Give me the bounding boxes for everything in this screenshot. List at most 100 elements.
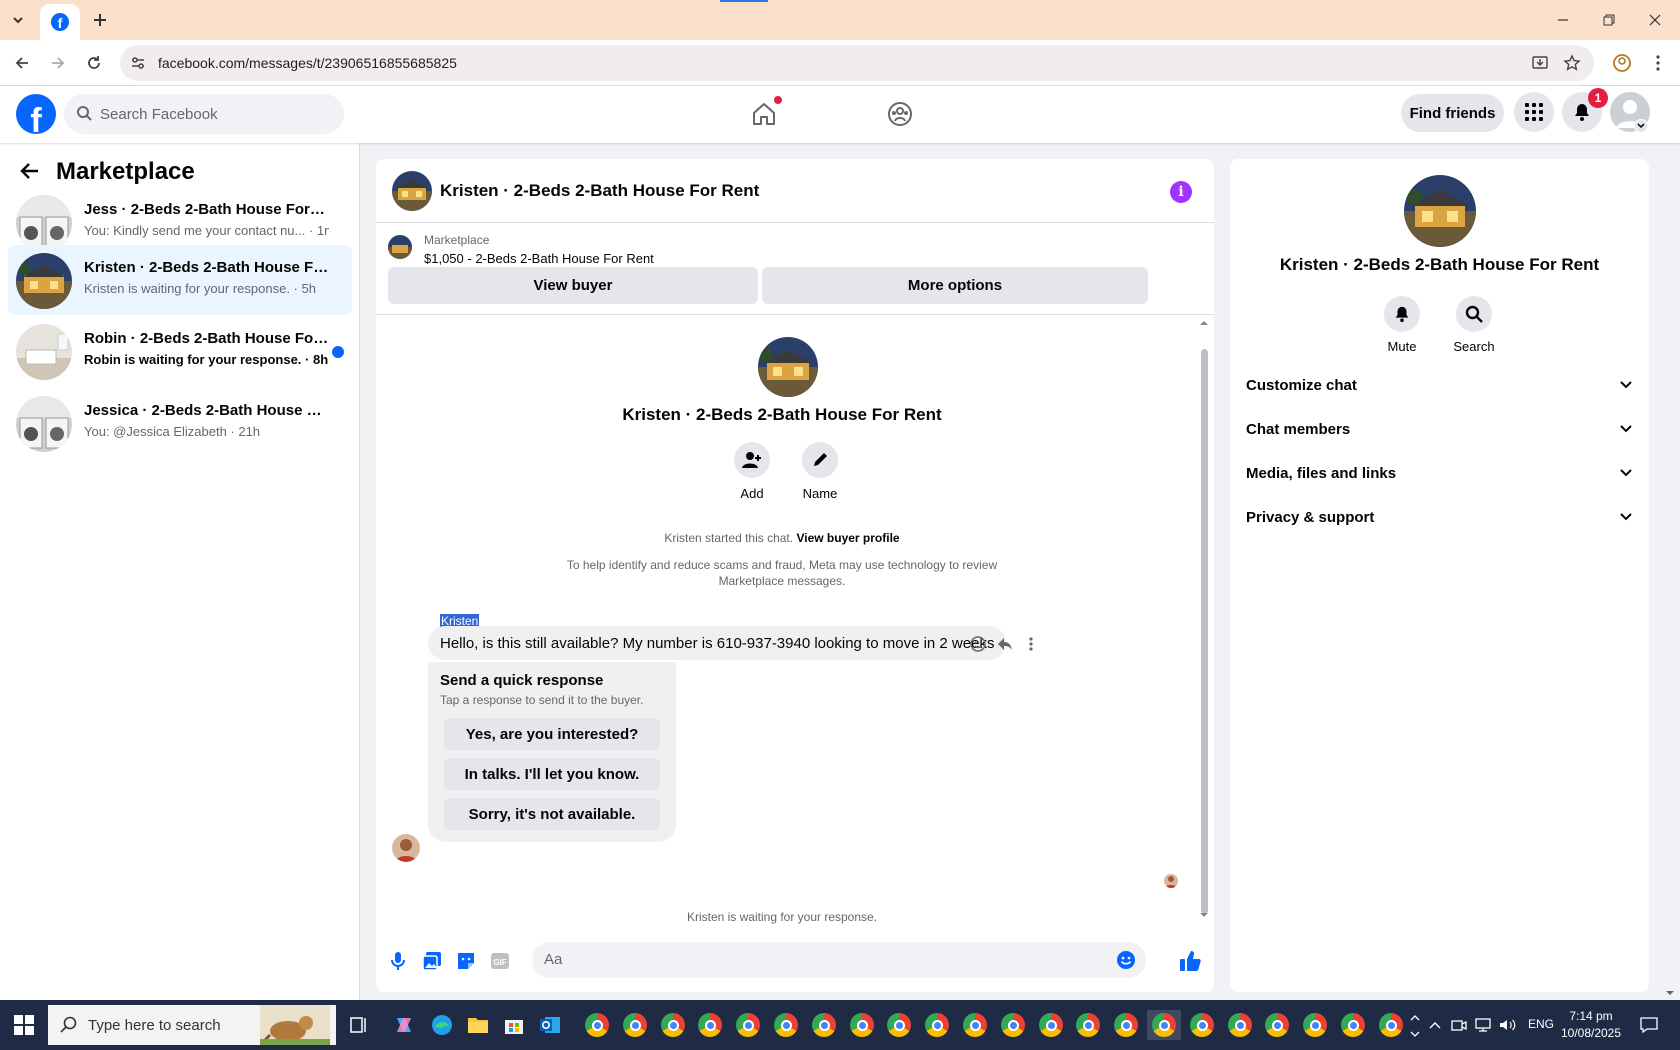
voice-clip-button[interactable] bbox=[386, 949, 410, 973]
mute-button[interactable] bbox=[1384, 296, 1420, 332]
chrome-taskbar-icon[interactable] bbox=[1036, 1010, 1066, 1040]
view-buyer-button[interactable]: View buyer bbox=[388, 267, 758, 304]
chrome-taskbar-icon[interactable] bbox=[922, 1010, 952, 1040]
conversation-item[interactable]: Jessica · 2-Beds 2-Bath House For ... Yo… bbox=[8, 388, 352, 458]
back-button[interactable] bbox=[8, 49, 36, 77]
details-avatar[interactable] bbox=[1404, 175, 1476, 247]
chat-header-avatar[interactable] bbox=[392, 171, 432, 211]
chrome-taskbar-icon[interactable] bbox=[1073, 1010, 1103, 1040]
new-tab-button[interactable] bbox=[86, 6, 114, 34]
chrome-taskbar-icon[interactable] bbox=[1338, 1010, 1368, 1040]
add-people-button[interactable] bbox=[734, 442, 770, 478]
chrome-taskbar-icon[interactable] bbox=[1111, 1010, 1141, 1040]
chrome-taskbar-icon[interactable] bbox=[658, 1010, 688, 1040]
install-app-icon[interactable] bbox=[1530, 53, 1550, 73]
browser-tab-facebook[interactable]: f bbox=[40, 4, 80, 40]
listing-thumbnail[interactable] bbox=[388, 235, 412, 259]
chrome-taskbar-icon[interactable] bbox=[1147, 1010, 1181, 1040]
chat-members-section[interactable]: Chat members bbox=[1246, 409, 1633, 449]
gif-button[interactable]: GIF bbox=[488, 949, 512, 973]
site-settings-icon[interactable] bbox=[128, 53, 148, 73]
attach-media-button[interactable] bbox=[420, 949, 444, 973]
chrome-taskbar-icon[interactable] bbox=[1187, 1010, 1217, 1040]
tab-search-button[interactable] bbox=[4, 6, 32, 34]
chrome-taskbar-icon[interactable] bbox=[620, 1010, 650, 1040]
info-icon[interactable]: i bbox=[1170, 181, 1192, 203]
listing-title[interactable]: $1,050 - 2-Beds 2-Bath House For Rent bbox=[424, 251, 654, 266]
find-friends-button[interactable]: Find friends bbox=[1401, 94, 1504, 132]
chrome-taskbar-icon[interactable] bbox=[695, 1010, 725, 1040]
restore-button[interactable] bbox=[1586, 0, 1632, 40]
chrome-taskbar-icon[interactable] bbox=[884, 1010, 914, 1040]
sender-avatar[interactable] bbox=[392, 834, 420, 862]
store-app[interactable] bbox=[499, 1010, 529, 1040]
menu-button[interactable] bbox=[1514, 92, 1554, 132]
file-explorer-app[interactable] bbox=[463, 1010, 493, 1040]
facebook-search-input[interactable]: Search Facebook bbox=[64, 94, 344, 134]
back-to-marketplace-button[interactable] bbox=[20, 161, 40, 181]
facebook-logo[interactable]: f bbox=[16, 94, 56, 134]
reload-button[interactable] bbox=[80, 49, 108, 77]
chrome-taskbar-icon[interactable] bbox=[960, 1010, 990, 1040]
edge-app[interactable] bbox=[427, 1010, 457, 1040]
chrome-taskbar-icon[interactable] bbox=[733, 1010, 763, 1040]
chrome-taskbar-icon[interactable] bbox=[771, 1010, 801, 1040]
chat-title[interactable]: Kristen · 2-Beds 2-Bath House For Rent bbox=[440, 181, 759, 201]
quick-response-button[interactable]: Sorry, it's not available. bbox=[444, 798, 660, 830]
task-view-button[interactable] bbox=[344, 1010, 374, 1040]
chrome-taskbar-icon[interactable] bbox=[1225, 1010, 1255, 1040]
address-bar[interactable]: facebook.com/messages/t/2390651685568582… bbox=[120, 45, 1594, 81]
browser-menu-button[interactable] bbox=[1644, 49, 1672, 77]
home-nav-button[interactable] bbox=[744, 94, 784, 134]
message-input[interactable]: Aa bbox=[532, 942, 1146, 978]
chrome-taskbar-icon[interactable] bbox=[1376, 1010, 1406, 1040]
emoji-icon[interactable] bbox=[1116, 950, 1136, 970]
more-options-button[interactable]: More options bbox=[762, 267, 1148, 304]
minimize-button[interactable] bbox=[1540, 0, 1586, 40]
forward-button[interactable] bbox=[44, 49, 72, 77]
bookmark-star-icon[interactable] bbox=[1562, 53, 1582, 73]
chrome-taskbar-icon[interactable] bbox=[1262, 1010, 1292, 1040]
outlook-app[interactable] bbox=[535, 1010, 565, 1040]
message-bubble[interactable]: Hello, is this still available? My numbe… bbox=[428, 626, 1007, 660]
profile-button[interactable] bbox=[1608, 49, 1636, 77]
chat-scrollbar[interactable] bbox=[1198, 319, 1210, 919]
system-clock[interactable]: 7:14 pm 10/08/2025 bbox=[1560, 1008, 1622, 1042]
meet-now-icon[interactable] bbox=[1448, 1010, 1470, 1040]
taskbar-scroll[interactable] bbox=[1408, 1000, 1422, 1050]
volume-icon[interactable] bbox=[1496, 1010, 1520, 1040]
chat-profile-avatar[interactable] bbox=[758, 337, 818, 397]
network-icon[interactable] bbox=[1472, 1010, 1494, 1040]
close-window-button[interactable] bbox=[1632, 0, 1678, 40]
chrome-taskbar-icon[interactable] bbox=[847, 1010, 877, 1040]
quick-response-button[interactable]: Yes, are you interested? bbox=[444, 718, 660, 750]
page-scroll-down-icon[interactable] bbox=[1664, 989, 1676, 997]
quick-response-button[interactable]: In talks. I'll let you know. bbox=[444, 758, 660, 790]
taskbar-search-input[interactable]: Type here to search bbox=[48, 1005, 336, 1045]
conversation-item[interactable]: Robin · 2-Beds 2-Bath House For... Robin… bbox=[8, 316, 352, 386]
search-in-chat-button[interactable] bbox=[1456, 296, 1492, 332]
account-chevron[interactable] bbox=[1634, 119, 1648, 133]
show-hidden-icons-button[interactable] bbox=[1424, 1010, 1446, 1040]
chrome-taskbar-icon[interactable] bbox=[809, 1010, 839, 1040]
input-language[interactable]: ENG bbox=[1528, 1017, 1554, 1031]
copilot-app[interactable] bbox=[389, 1010, 419, 1040]
edit-name-button[interactable] bbox=[802, 442, 838, 478]
reply-button[interactable] bbox=[995, 634, 1015, 654]
notification-center-button[interactable] bbox=[1634, 1010, 1664, 1040]
scroll-thumb[interactable] bbox=[1201, 349, 1208, 914]
groups-nav-button[interactable] bbox=[880, 94, 920, 134]
view-buyer-profile-link[interactable]: View buyer profile bbox=[796, 531, 899, 545]
privacy-support-section[interactable]: Privacy & support bbox=[1246, 497, 1633, 537]
chrome-taskbar-icon[interactable] bbox=[998, 1010, 1028, 1040]
start-button[interactable] bbox=[9, 1010, 39, 1040]
customize-chat-section[interactable]: Customize chat bbox=[1246, 365, 1633, 405]
media-files-links-section[interactable]: Media, files and links bbox=[1246, 453, 1633, 493]
message-more-button[interactable] bbox=[1021, 634, 1041, 654]
conversation-item-active[interactable]: Kristen · 2-Beds 2-Bath House For ... Kr… bbox=[8, 245, 352, 315]
chrome-taskbar-icon[interactable] bbox=[582, 1010, 612, 1040]
like-button[interactable] bbox=[1178, 949, 1202, 973]
react-button[interactable] bbox=[968, 634, 988, 654]
chrome-taskbar-icon[interactable] bbox=[1300, 1010, 1330, 1040]
sticker-button[interactable] bbox=[454, 949, 478, 973]
